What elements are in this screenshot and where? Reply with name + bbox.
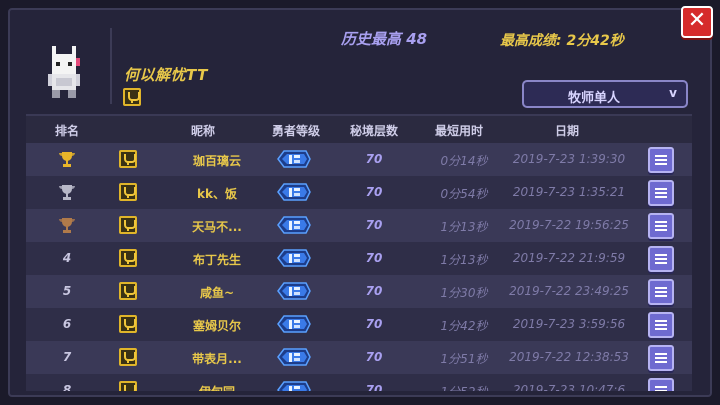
record-date: 2019-7-23 1:35:21	[512, 185, 626, 199]
floor-count: 70	[365, 284, 383, 298]
hero-level-icon	[277, 150, 311, 168]
fastest-time: 1分52秒	[441, 383, 488, 391]
record-date: 2019-7-22 23:49:25	[509, 284, 629, 298]
bronze-trophy-icon	[59, 218, 75, 233]
fastest-time: 1分13秒	[440, 253, 488, 267]
nickname: 伊甸园	[199, 383, 235, 391]
header-level: 勇者等级	[271, 124, 321, 138]
player-name: 何以解忧TT	[124, 66, 208, 84]
profile-badge-icon[interactable]	[119, 216, 137, 234]
fastest-time: 0分54秒	[440, 187, 488, 201]
floor-count: 70	[365, 218, 383, 232]
history-best: 历史最高 48	[341, 30, 428, 48]
hero-level-icon	[277, 315, 311, 333]
floor-count: 70	[365, 185, 383, 199]
record-date: 2019-7-23 3:59:56	[512, 317, 626, 331]
row-menu-button[interactable]	[648, 180, 674, 206]
rank-number: 6	[62, 317, 72, 331]
fastest-time: 1分42秒	[440, 319, 488, 333]
row-menu-button[interactable]	[648, 378, 674, 391]
floor-count: 70	[365, 251, 383, 265]
rank-number: 7	[62, 350, 72, 364]
rank-number: 8	[62, 383, 72, 391]
table-row[interactable]: kk、饭 70 0分54秒 2019-7-23 1:35:21	[26, 176, 692, 209]
profile-badge-icon[interactable]	[119, 183, 137, 201]
nickname: 布丁先生	[192, 253, 242, 267]
fastest-time: 1分30秒	[440, 286, 488, 300]
table-header: 排名 昵称 勇者等级 秘境层数 最短用时 日期	[26, 116, 692, 144]
rank-number: 4	[62, 251, 72, 265]
profile-badge-icon[interactable]	[119, 348, 137, 366]
table-row[interactable]: 5 咸鱼~ 70 1分30秒 2019-7-22 23:49:25	[26, 275, 692, 308]
gold-trophy-icon	[59, 152, 75, 167]
mode-select[interactable]: 牧师单人 v	[522, 80, 688, 108]
silver-trophy-icon	[59, 185, 75, 200]
profile-badge-icon[interactable]	[119, 249, 137, 267]
player-avatar	[48, 46, 80, 98]
floor-count: 70	[365, 152, 383, 166]
row-menu-button[interactable]	[648, 246, 674, 272]
hero-level-icon	[277, 348, 311, 366]
record-date: 2019-7-23 10:47:6	[512, 383, 626, 391]
nickname: kk、饭	[197, 187, 237, 201]
hero-level-icon	[277, 282, 311, 300]
rank-number: 5	[62, 284, 72, 298]
record-date: 2019-7-22 21:9:59	[512, 251, 626, 265]
fastest-time: 0分14秒	[440, 154, 488, 168]
table-row[interactable]: 4 布丁先生 70 1分13秒 2019-7-22 21:9:59	[26, 242, 692, 275]
nickname: 带表月...	[192, 352, 242, 366]
row-menu-button[interactable]	[648, 279, 674, 305]
nickname: 咸鱼~	[199, 286, 235, 300]
table-row[interactable]: 8 伊甸园 70 1分52秒 2019-7-23 10:47:6	[26, 374, 692, 391]
hero-level-icon	[277, 381, 311, 391]
header-floor: 秘境层数	[349, 124, 399, 138]
header-date: 日期	[554, 124, 580, 138]
profile-badge-icon[interactable]	[119, 282, 137, 300]
table-row[interactable]: 7 带表月... 70 1分51秒 2019-7-22 12:38:53	[26, 341, 692, 374]
profile-badge-icon[interactable]	[119, 315, 137, 333]
floor-count: 70	[365, 317, 383, 331]
hero-level-icon	[277, 183, 311, 201]
record-date: 2019-7-22 12:38:53	[509, 350, 629, 364]
header-nickname: 昵称	[190, 124, 216, 138]
fastest-time: 1分13秒	[440, 220, 488, 234]
floor-count: 70	[365, 350, 383, 364]
table-row[interactable]: 6 塞姆贝尔 70 1分42秒 2019-7-23 3:59:56	[26, 308, 692, 341]
row-menu-button[interactable]	[648, 147, 674, 173]
profile-badge-icon[interactable]	[119, 381, 137, 391]
player-badge-icon	[123, 88, 141, 106]
hero-level-icon	[277, 249, 311, 267]
leaderboard-table[interactable]: 排名 昵称 勇者等级 秘境层数 最短用时 日期 珈百璃云 70 0分14秒 2019-…	[26, 114, 692, 391]
profile-badge-icon[interactable]	[119, 150, 137, 168]
mode-select-value: 牧师单人	[567, 91, 620, 106]
nickname: 塞姆贝尔	[192, 319, 242, 333]
row-menu-button[interactable]	[648, 345, 674, 371]
table-row[interactable]: 珈百璃云 70 0分14秒 2019-7-23 1:39:30	[26, 143, 692, 176]
row-menu-button[interactable]	[648, 213, 674, 239]
nickname: 天马不...	[192, 220, 242, 234]
header-fastest: 最短用时	[434, 124, 484, 138]
close-button[interactable]: ✕	[681, 6, 713, 38]
row-menu-button[interactable]	[648, 312, 674, 338]
floor-count: 70	[365, 383, 383, 391]
fastest-time: 1分51秒	[440, 352, 488, 366]
best-score: 最高成绩: 2分42秒	[500, 33, 624, 49]
nickname: 珈百璃云	[192, 154, 242, 168]
hero-level-icon	[277, 216, 311, 234]
chevron-down-icon: v	[669, 86, 677, 100]
profile-divider	[110, 28, 112, 104]
header-rank: 排名	[54, 124, 80, 138]
table-row[interactable]: 天马不... 70 1分13秒 2019-7-22 19:56:25	[26, 209, 692, 242]
record-date: 2019-7-22 19:56:25	[509, 218, 629, 232]
record-date: 2019-7-23 1:39:30	[512, 152, 626, 166]
